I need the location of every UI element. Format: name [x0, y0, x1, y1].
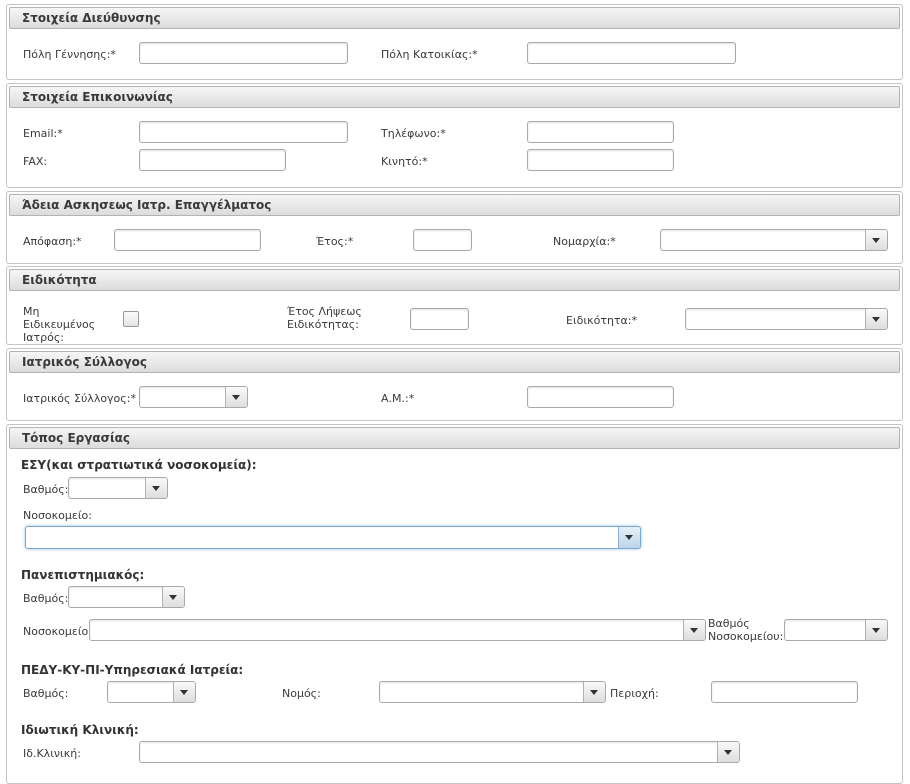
- association-panel-title: Ιατρικός Σύλλογος: [9, 351, 900, 373]
- chevron-down-icon[interactable]: [225, 387, 247, 407]
- pedy-grade-select[interactable]: [107, 681, 196, 703]
- association-label: Ιατρικός Σύλλογος:*: [23, 392, 136, 405]
- university-hospital-select[interactable]: [89, 619, 706, 641]
- chevron-down-icon[interactable]: [865, 620, 887, 640]
- year-obtained-label: Έτος Λήψεως Ειδικότητας:: [287, 305, 362, 331]
- workplace-panel: Τόπος Εργασίας ΕΣΥ(και στρατιωτικά νοσοκ…: [6, 424, 903, 784]
- license-panel: Άδεια Ασκησεως Ιατρ. Επαγγέλματος Απόφασ…: [6, 191, 903, 264]
- specialty-panel-title: Ειδικότητα: [9, 269, 900, 291]
- residence-city-input[interactable]: [527, 42, 736, 64]
- university-hospital-label: Νοσοκομείο:: [23, 625, 92, 638]
- association-select[interactable]: [139, 386, 248, 408]
- year-obtained-input[interactable]: [410, 308, 469, 330]
- contact-panel: Στοιχεία Επικοινωνίας Email:* Τηλέφωνο:*…: [6, 83, 903, 188]
- email-label: Email:*: [23, 127, 63, 140]
- phone-input[interactable]: [527, 121, 674, 143]
- birth-city-label: Πόλη Γέννησης:*: [23, 48, 116, 61]
- email-input[interactable]: [139, 121, 348, 143]
- esy-heading: ΕΣΥ(και στρατιωτικά νοσοκομεία):: [21, 458, 257, 472]
- chevron-down-icon[interactable]: [618, 527, 640, 548]
- birth-city-input[interactable]: [139, 42, 348, 64]
- pedy-area-input[interactable]: [711, 681, 858, 703]
- am-label: Α.Μ.:*: [381, 392, 415, 405]
- pedy-prefecture-select[interactable]: [379, 681, 606, 703]
- private-heading: Ιδιωτική Κλινική:: [21, 723, 139, 737]
- chevron-down-icon[interactable]: [145, 478, 167, 498]
- year-label: Έτος:*: [316, 235, 354, 248]
- chevron-down-icon[interactable]: [717, 742, 739, 762]
- non-specialized-checkbox[interactable]: [123, 311, 139, 327]
- specialty-select[interactable]: [685, 308, 888, 330]
- mobile-label: Κινητό:*: [381, 155, 428, 168]
- workplace-panel-title: Τόπος Εργασίας: [9, 427, 900, 449]
- pedy-grade-label: Βαθμός:: [23, 687, 69, 700]
- mobile-input[interactable]: [527, 149, 674, 171]
- pedy-heading: ΠΕΔΥ-ΚΥ-ΠΙ-Υπηρεσιακά Ιατρεία:: [21, 663, 244, 677]
- year-input[interactable]: [413, 229, 472, 251]
- pedy-prefecture-label: Νομός:: [282, 687, 321, 700]
- chevron-down-icon[interactable]: [865, 309, 887, 329]
- chevron-down-icon[interactable]: [583, 682, 605, 702]
- private-clinic-select[interactable]: [139, 741, 740, 763]
- esy-hospital-label: Νοσοκομείο:: [23, 509, 92, 522]
- license-panel-title: Άδεια Ασκησεως Ιατρ. Επαγγέλματος: [9, 194, 900, 216]
- residence-city-label: Πόλη Κατοικίας:*: [381, 48, 478, 61]
- esy-grade-select[interactable]: [68, 477, 168, 499]
- chevron-down-icon[interactable]: [865, 230, 887, 250]
- esy-hospital-select[interactable]: [25, 526, 641, 549]
- specialty-label: Ειδικότητα:*: [566, 314, 638, 327]
- contact-panel-title: Στοιχεία Επικοινωνίας: [9, 86, 900, 108]
- am-input[interactable]: [527, 386, 674, 408]
- specialty-panel: Ειδικότητα Μη Ειδικευμένος Ιατρός: Έτος …: [6, 266, 903, 345]
- address-panel: Στοιχεία Διεύθυνσης Πόλη Γέννησης:* Πόλη…: [6, 4, 903, 80]
- esy-grade-label: Βαθμός:: [23, 483, 69, 496]
- decision-input[interactable]: [114, 229, 261, 251]
- address-panel-title: Στοιχεία Διεύθυνσης: [9, 7, 900, 29]
- chevron-down-icon[interactable]: [683, 620, 705, 640]
- pedy-area-label: Περιοχή:: [610, 687, 659, 700]
- chevron-down-icon[interactable]: [173, 682, 195, 702]
- university-hospital-grade-label: Βαθμός Νοσοκομείου:: [708, 617, 784, 643]
- prefecture-label: Νομαρχία:*: [553, 235, 616, 248]
- chevron-down-icon[interactable]: [162, 587, 184, 607]
- prefecture-select[interactable]: [660, 229, 888, 251]
- fax-label: FAX:: [23, 155, 48, 168]
- fax-input[interactable]: [139, 149, 286, 171]
- decision-label: Απόφαση:*: [23, 235, 82, 248]
- association-panel: Ιατρικός Σύλλογος Ιατρικός Σύλλογος:* Α.…: [6, 348, 903, 421]
- university-grade-label: Βαθμός:: [23, 592, 69, 605]
- phone-label: Τηλέφωνο:*: [381, 127, 446, 140]
- private-clinic-label: Ιδ.Κλινική:: [23, 747, 81, 760]
- university-hospital-grade-select[interactable]: [784, 619, 888, 641]
- university-heading: Πανεπιστημιακός:: [21, 568, 145, 582]
- university-grade-select[interactable]: [68, 586, 185, 608]
- non-specialized-label: Μη Ειδικευμένος Ιατρός:: [23, 305, 96, 344]
